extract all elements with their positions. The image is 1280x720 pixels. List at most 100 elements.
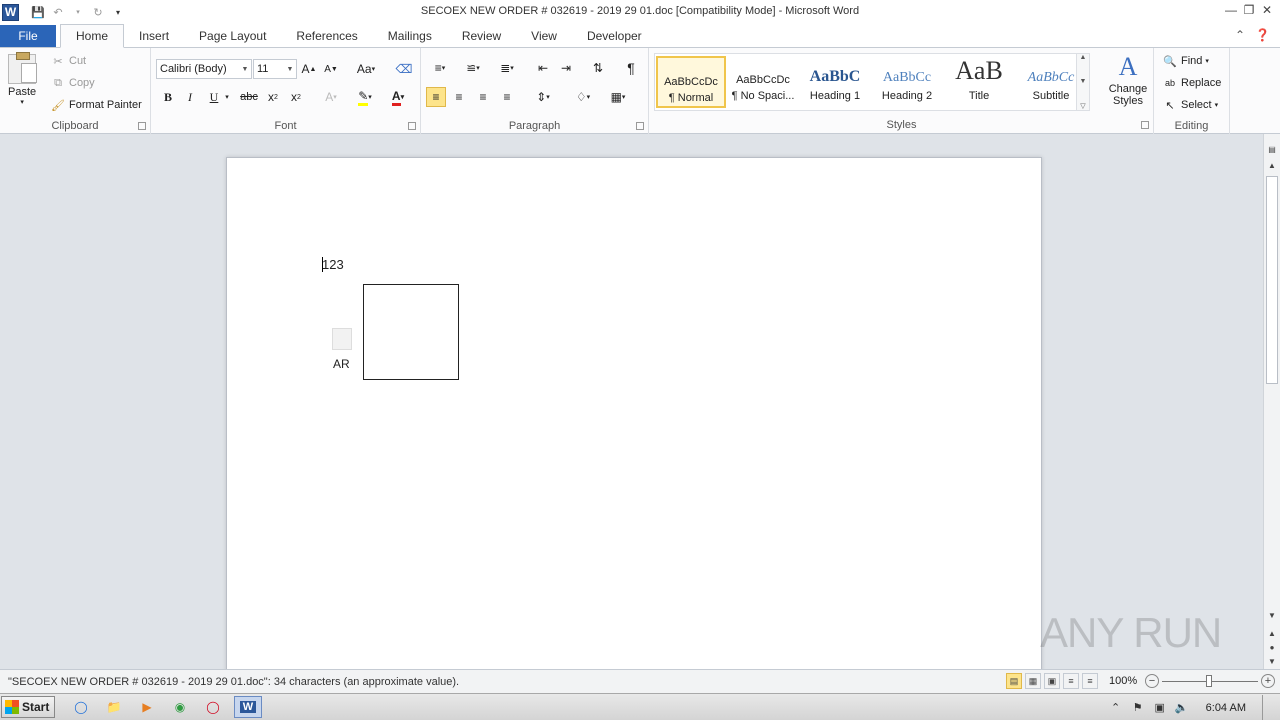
word-app-icon[interactable]: W — [2, 3, 19, 21]
more-styles-icon[interactable]: ▽ — [1080, 102, 1085, 110]
tab-references[interactable]: References — [281, 25, 372, 47]
tab-review[interactable]: Review — [447, 25, 516, 47]
format-painter-button[interactable]: 🖌 Format Painter — [50, 97, 142, 113]
select-button[interactable]: ↖ Select ▾ — [1162, 97, 1218, 113]
grow-font-icon[interactable]: A ▲ — [299, 59, 319, 79]
tab-mailings[interactable]: Mailings — [373, 25, 447, 47]
italic-icon[interactable]: I — [180, 87, 200, 107]
outline-icon[interactable]: ≡ — [1063, 673, 1079, 689]
replace-button[interactable]: ab Replace — [1162, 75, 1221, 91]
redo-icon[interactable]: ↻ — [89, 3, 107, 21]
style-heading-2[interactable]: AaBbCc Heading 2 — [872, 56, 942, 108]
style-title[interactable]: AaB Title — [944, 56, 1014, 108]
text-effects-icon[interactable]: A ▾ — [318, 87, 344, 107]
copy-button[interactable]: ⧉ Copy — [50, 75, 95, 91]
style-no-spacing[interactable]: AaBbCcDc ¶ No Spaci... — [728, 56, 798, 108]
font-dialog-launcher-icon[interactable] — [408, 122, 416, 130]
action-center-flag-icon[interactable]: ⚑ — [1130, 700, 1146, 716]
file-explorer-icon[interactable]: 📁 — [102, 696, 126, 718]
align-right-icon[interactable]: ≡ — [473, 87, 493, 107]
bullets-icon[interactable]: ≡ ▾ — [426, 58, 454, 78]
clear-formatting-icon[interactable]: ⌫ — [394, 59, 414, 79]
tab-view[interactable]: View — [516, 25, 572, 47]
change-case-icon[interactable]: Aa ▾ — [353, 59, 379, 79]
decrease-indent-icon[interactable]: ⇤ — [533, 58, 553, 78]
next-page-icon[interactable]: ▼ — [1264, 654, 1280, 668]
line-spacing-icon[interactable]: ⇕ ▾ — [529, 87, 557, 107]
zoom-slider-thumb[interactable] — [1206, 675, 1212, 687]
tab-developer[interactable]: Developer — [572, 25, 657, 47]
clipboard-dialog-launcher-icon[interactable] — [138, 122, 146, 130]
scroll-down-icon[interactable]: ▼ — [1264, 608, 1280, 622]
zoom-level[interactable]: 100% — [1109, 675, 1137, 687]
print-layout-icon[interactable]: ▤ — [1006, 673, 1022, 689]
restore-button[interactable]: ❐ — [1240, 0, 1258, 20]
tab-file[interactable]: File — [0, 25, 56, 47]
show-formatting-marks-icon[interactable]: ¶ — [621, 58, 641, 78]
font-size-combo[interactable]: 11 ▼ — [253, 59, 297, 79]
style-normal[interactable]: AaBbCcDc ¶ Normal — [656, 56, 726, 108]
show-desktop-button[interactable] — [1262, 694, 1274, 720]
shading-icon[interactable]: ♢ ▾ — [569, 87, 597, 107]
media-player-icon[interactable]: ▶ — [135, 696, 159, 718]
shrink-font-icon[interactable]: A ▼ — [321, 59, 341, 79]
vertical-scrollbar[interactable]: ▤ ▲ ▼ ▲ ● ▼ — [1263, 134, 1280, 669]
clock[interactable]: 6:04 AM — [1206, 702, 1246, 714]
font-color-icon[interactable]: A ▾ — [384, 87, 412, 107]
font-name-combo[interactable]: Calibri (Body) ▼ — [156, 59, 252, 79]
styles-dialog-launcher-icon[interactable] — [1141, 121, 1149, 129]
help-icon[interactable]: ❓ — [1255, 28, 1270, 42]
paste-button[interactable]: Paste ▾ — [8, 52, 38, 106]
justify-icon[interactable]: ≡ — [497, 87, 517, 107]
embedded-object-label[interactable]: AR — [333, 357, 350, 371]
opera-icon[interactable]: ◯ — [201, 696, 225, 718]
minimize-ribbon-icon[interactable]: ⌃ — [1235, 28, 1245, 42]
draft-icon[interactable]: ≡ — [1082, 673, 1098, 689]
zoom-out-icon[interactable]: − — [1145, 674, 1159, 688]
increase-indent-icon[interactable]: ⇥ — [556, 58, 576, 78]
embedded-file-icon[interactable] — [332, 328, 352, 350]
ruler-toggle-icon[interactable]: ▤ — [1264, 142, 1280, 156]
change-styles-button[interactable]: A Change Styles — [1106, 52, 1150, 107]
styles-gallery-scroll[interactable]: ▲ ▼ ▽ — [1076, 53, 1090, 111]
align-center-icon[interactable]: ≡ — [449, 87, 469, 107]
style-heading-1[interactable]: AaBbC Heading 1 — [800, 56, 870, 108]
paragraph-dialog-launcher-icon[interactable] — [636, 122, 644, 130]
underline-dropdown-icon[interactable]: ▾ — [222, 87, 232, 107]
align-left-icon[interactable]: ≡ — [426, 87, 446, 107]
scroll-up-icon[interactable]: ▲ — [1080, 54, 1087, 61]
highlight-color-icon[interactable]: ✎ ▾ — [350, 87, 380, 107]
show-hidden-icons-icon[interactable]: ⌃ — [1108, 700, 1124, 716]
minimize-button[interactable]: — — [1222, 0, 1240, 20]
numbering-icon[interactable]: ≌ ▾ — [459, 58, 487, 78]
close-button[interactable]: ✕ — [1258, 0, 1276, 20]
zoom-in-icon[interactable]: + — [1261, 674, 1275, 688]
multilevel-list-icon[interactable]: ≣ ▾ — [493, 58, 521, 78]
document-text[interactable]: 123 — [322, 257, 344, 272]
internet-explorer-icon[interactable]: ◯ — [69, 696, 93, 718]
tab-home[interactable]: Home — [60, 24, 125, 48]
find-button[interactable]: 🔍 Find ▾ — [1162, 53, 1209, 69]
borders-icon[interactable]: ▦ ▾ — [604, 87, 632, 107]
embedded-object-frame[interactable] — [363, 284, 459, 380]
full-screen-reading-icon[interactable]: ▦ — [1025, 673, 1041, 689]
chrome-icon[interactable]: ◉ — [168, 696, 192, 718]
strikethrough-icon[interactable]: abc — [237, 87, 261, 107]
customize-qat-icon[interactable]: ▾ — [109, 3, 127, 21]
sort-icon[interactable]: ⇅ — [588, 58, 608, 78]
document-page[interactable]: 123 AR — [226, 157, 1042, 669]
bold-icon[interactable]: B — [158, 87, 178, 107]
cut-button[interactable]: ✂ Cut — [50, 53, 86, 69]
superscript-icon[interactable]: x2 — [286, 87, 306, 107]
tab-page-layout[interactable]: Page Layout — [184, 25, 281, 47]
scroll-up-icon[interactable]: ▲ — [1264, 158, 1280, 172]
undo-icon[interactable]: ↶ — [49, 3, 67, 21]
start-button[interactable]: Start — [1, 696, 55, 718]
undo-dropdown-icon[interactable]: ▾ — [69, 3, 87, 21]
network-icon[interactable]: ▣ — [1152, 700, 1168, 716]
tab-insert[interactable]: Insert — [124, 25, 184, 47]
save-icon[interactable]: 💾 — [29, 3, 47, 21]
volume-icon[interactable]: 🔈 — [1174, 700, 1190, 716]
web-layout-icon[interactable]: ▣ — [1044, 673, 1060, 689]
scrollbar-thumb[interactable] — [1266, 176, 1278, 384]
